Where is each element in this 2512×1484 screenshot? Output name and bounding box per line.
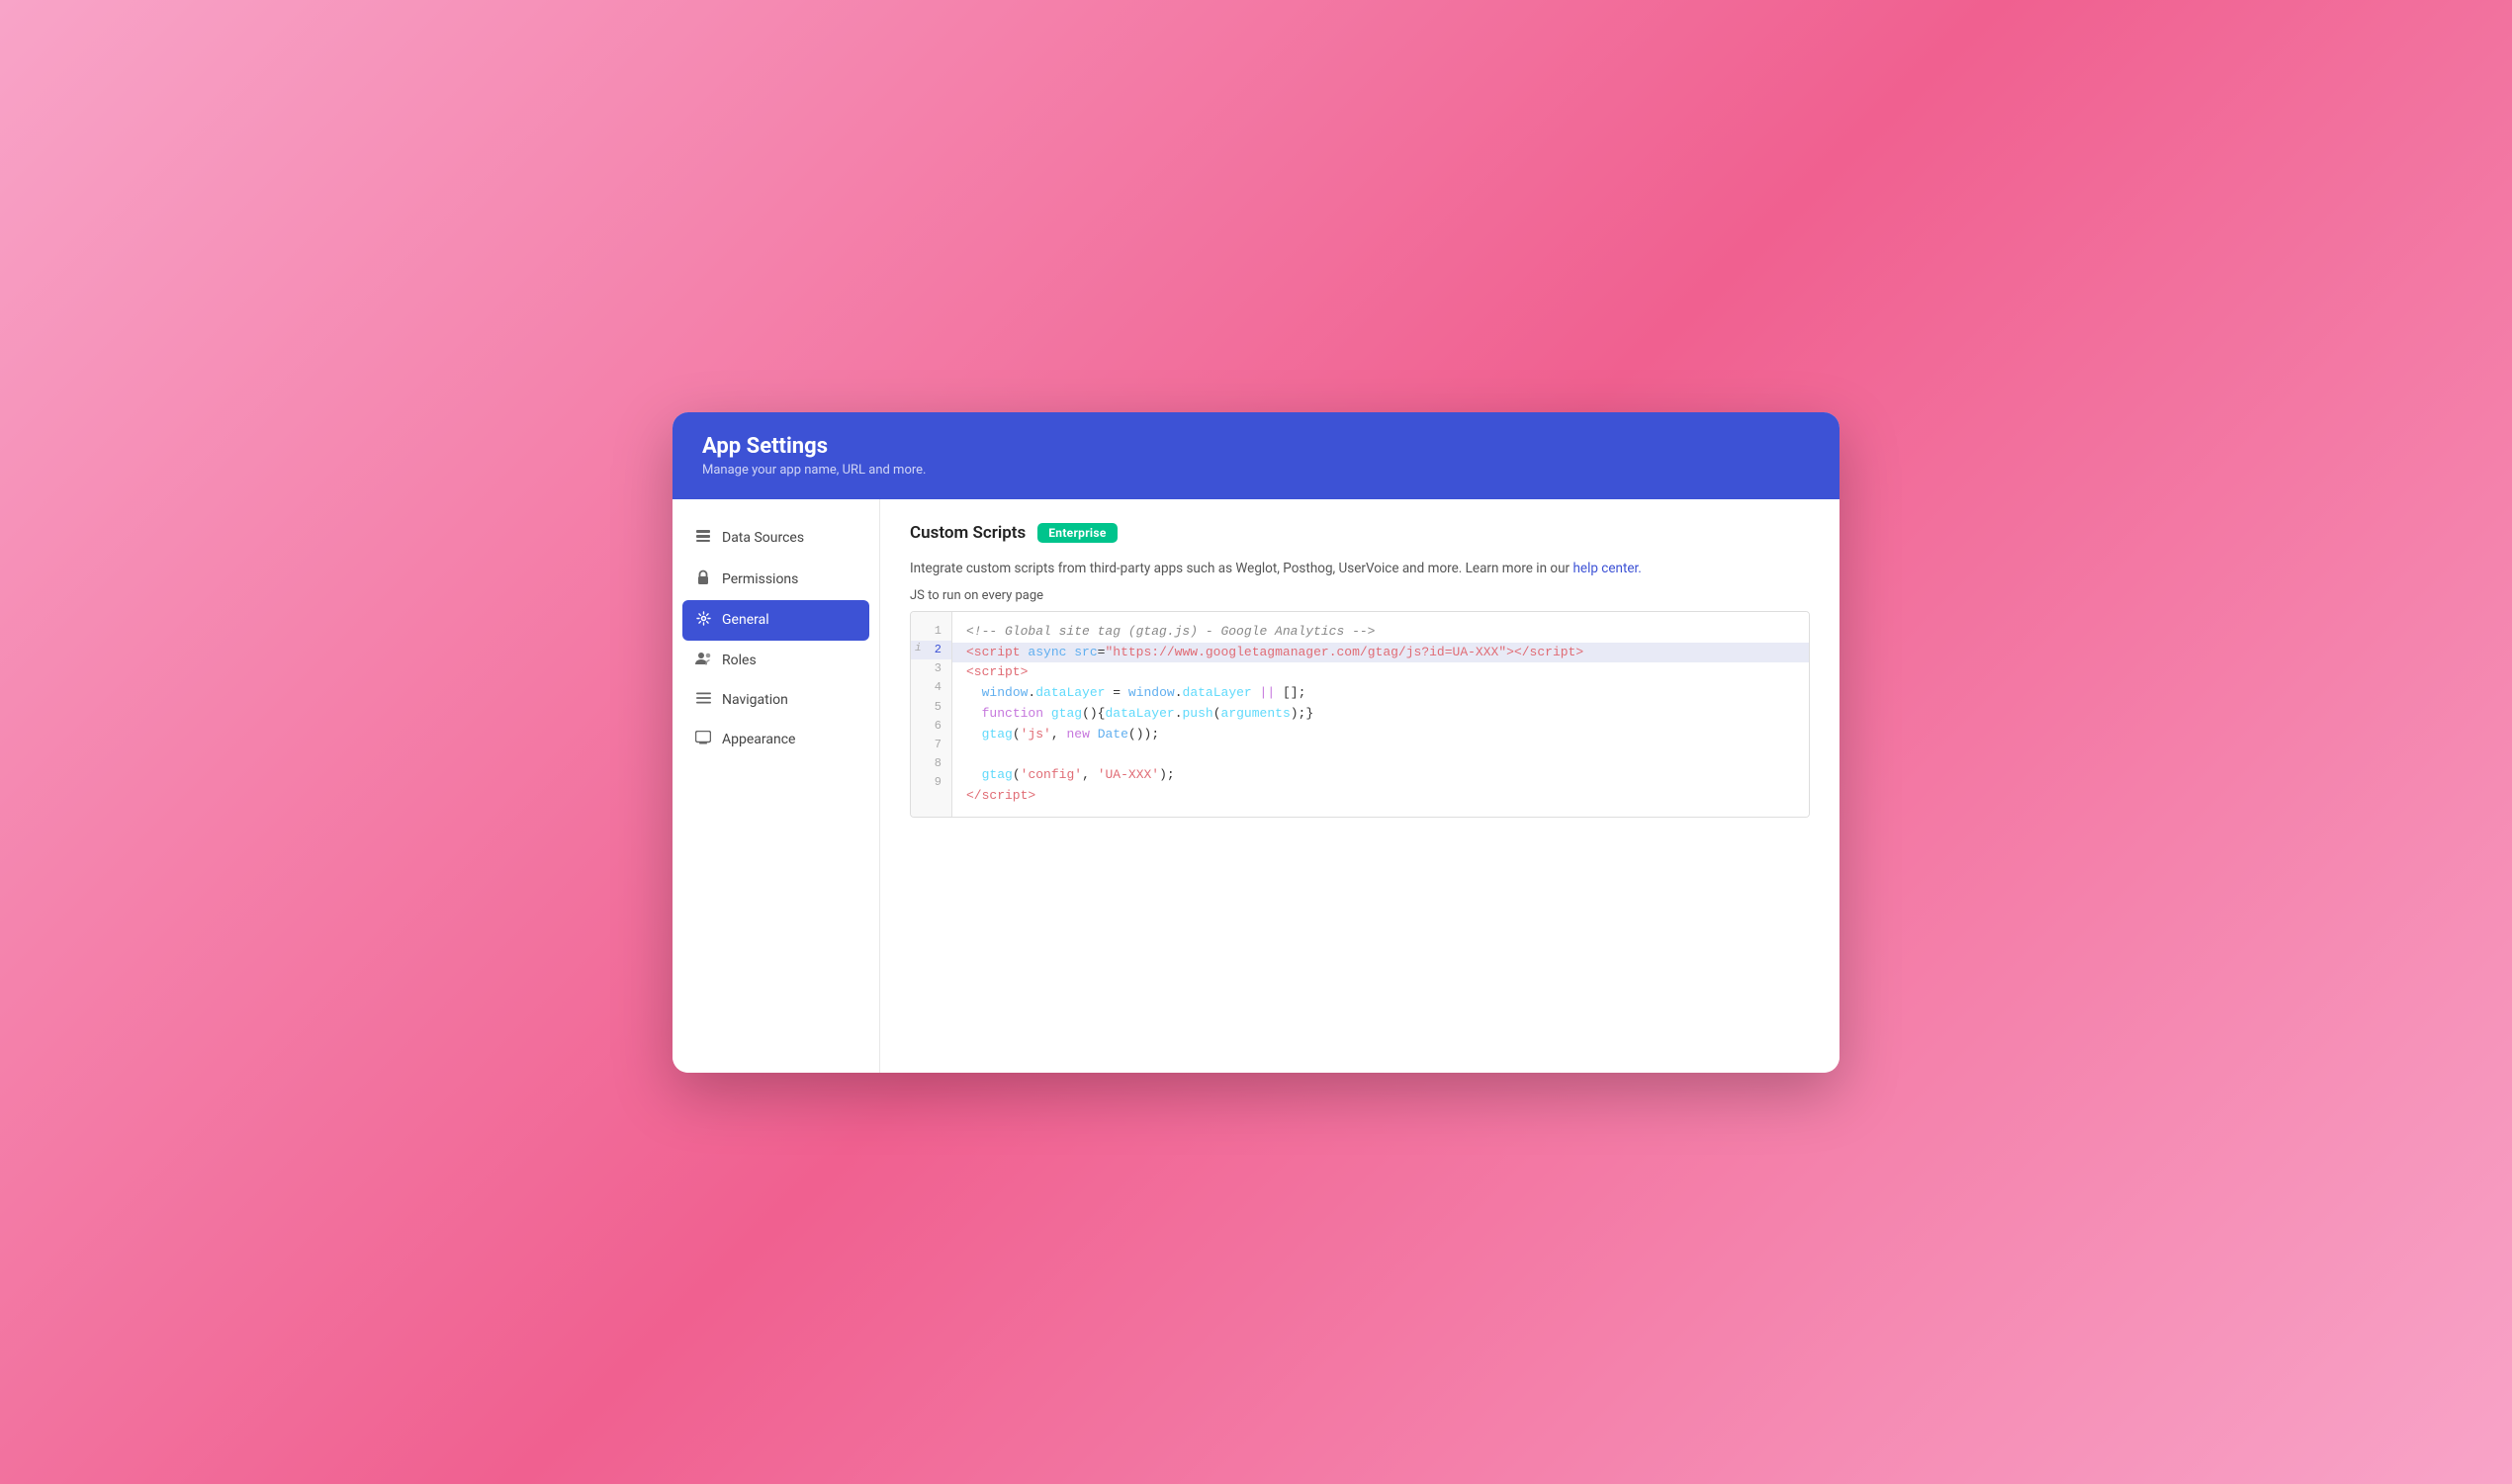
main-content: Custom Scripts Enterprise Integrate cust… <box>880 499 1839 1073</box>
help-center-link[interactable]: help center. <box>1572 561 1641 576</box>
line-num-2: 2 <box>911 641 951 659</box>
code-line-2: <script async src="https://www.googletag… <box>952 643 1809 663</box>
sidebar-item-general[interactable]: General <box>682 600 869 641</box>
roles-icon <box>694 652 712 669</box>
sidebar-label-roles: Roles <box>722 653 757 668</box>
line-numbers: 1 2 3 4 5 6 7 8 9 <box>911 612 952 817</box>
database-icon <box>694 528 712 548</box>
line-num-9: 9 <box>911 773 951 792</box>
code-line-7 <box>966 745 1795 766</box>
enterprise-badge: Enterprise <box>1037 523 1117 543</box>
code-line-5: function gtag(){dataLayer.push(arguments… <box>966 704 1795 725</box>
sidebar-label-appearance: Appearance <box>722 732 795 747</box>
page-title: App Settings <box>702 434 1810 459</box>
line-num-3: 3 <box>911 659 951 678</box>
description: Integrate custom scripts from third-part… <box>910 559 1810 578</box>
lock-icon <box>694 569 712 589</box>
sidebar-item-data-sources[interactable]: Data Sources <box>673 517 879 559</box>
sidebar-item-navigation[interactable]: Navigation <box>673 680 879 720</box>
sidebar-item-permissions[interactable]: Permissions <box>673 559 879 600</box>
line-num-7: 7 <box>911 736 951 754</box>
appearance-icon <box>694 731 712 748</box>
code-line-6: gtag('js', new Date()); <box>966 725 1795 745</box>
sidebar-item-appearance[interactable]: Appearance <box>673 720 879 759</box>
app-window: App Settings Manage your app name, URL a… <box>673 412 1839 1073</box>
code-line-4: window.dataLayer = window.dataLayer || [… <box>966 683 1795 704</box>
header: App Settings Manage your app name, URL a… <box>673 412 1839 499</box>
sidebar-label-navigation: Navigation <box>722 692 788 708</box>
code-content[interactable]: <!-- Global site tag (gtag.js) - Google … <box>952 612 1809 817</box>
line-num-4: 4 <box>911 678 951 697</box>
code-lines: 1 2 3 4 5 6 7 8 9 <!-- Global site tag (… <box>911 612 1809 817</box>
code-label: JS to run on every page <box>910 588 1810 603</box>
code-editor[interactable]: 1 2 3 4 5 6 7 8 9 <!-- Global site tag (… <box>910 611 1810 818</box>
sidebar-label-data-sources: Data Sources <box>722 530 804 546</box>
code-line-8: gtag('config', 'UA-XXX'); <box>966 765 1795 786</box>
sidebar-label-permissions: Permissions <box>722 571 798 587</box>
sidebar-label-general: General <box>722 612 769 628</box>
code-line-3: <script> <box>966 662 1795 683</box>
line-num-6: 6 <box>911 717 951 736</box>
section-header: Custom Scripts Enterprise <box>910 523 1810 543</box>
page-subtitle: Manage your app name, URL and more. <box>702 463 1810 478</box>
code-line-9: </script> <box>966 786 1795 807</box>
section-title: Custom Scripts <box>910 523 1026 543</box>
sidebar-item-roles[interactable]: Roles <box>673 641 879 680</box>
sidebar: Data Sources Permissions <box>673 499 880 1073</box>
body-layout: Data Sources Permissions <box>673 499 1839 1073</box>
code-line-1: <!-- Global site tag (gtag.js) - Google … <box>966 622 1795 643</box>
line-num-8: 8 <box>911 754 951 773</box>
navigation-icon <box>694 691 712 709</box>
line-num-1: 1 <box>911 622 951 641</box>
line-num-5: 5 <box>911 698 951 717</box>
gear-icon <box>694 611 712 630</box>
